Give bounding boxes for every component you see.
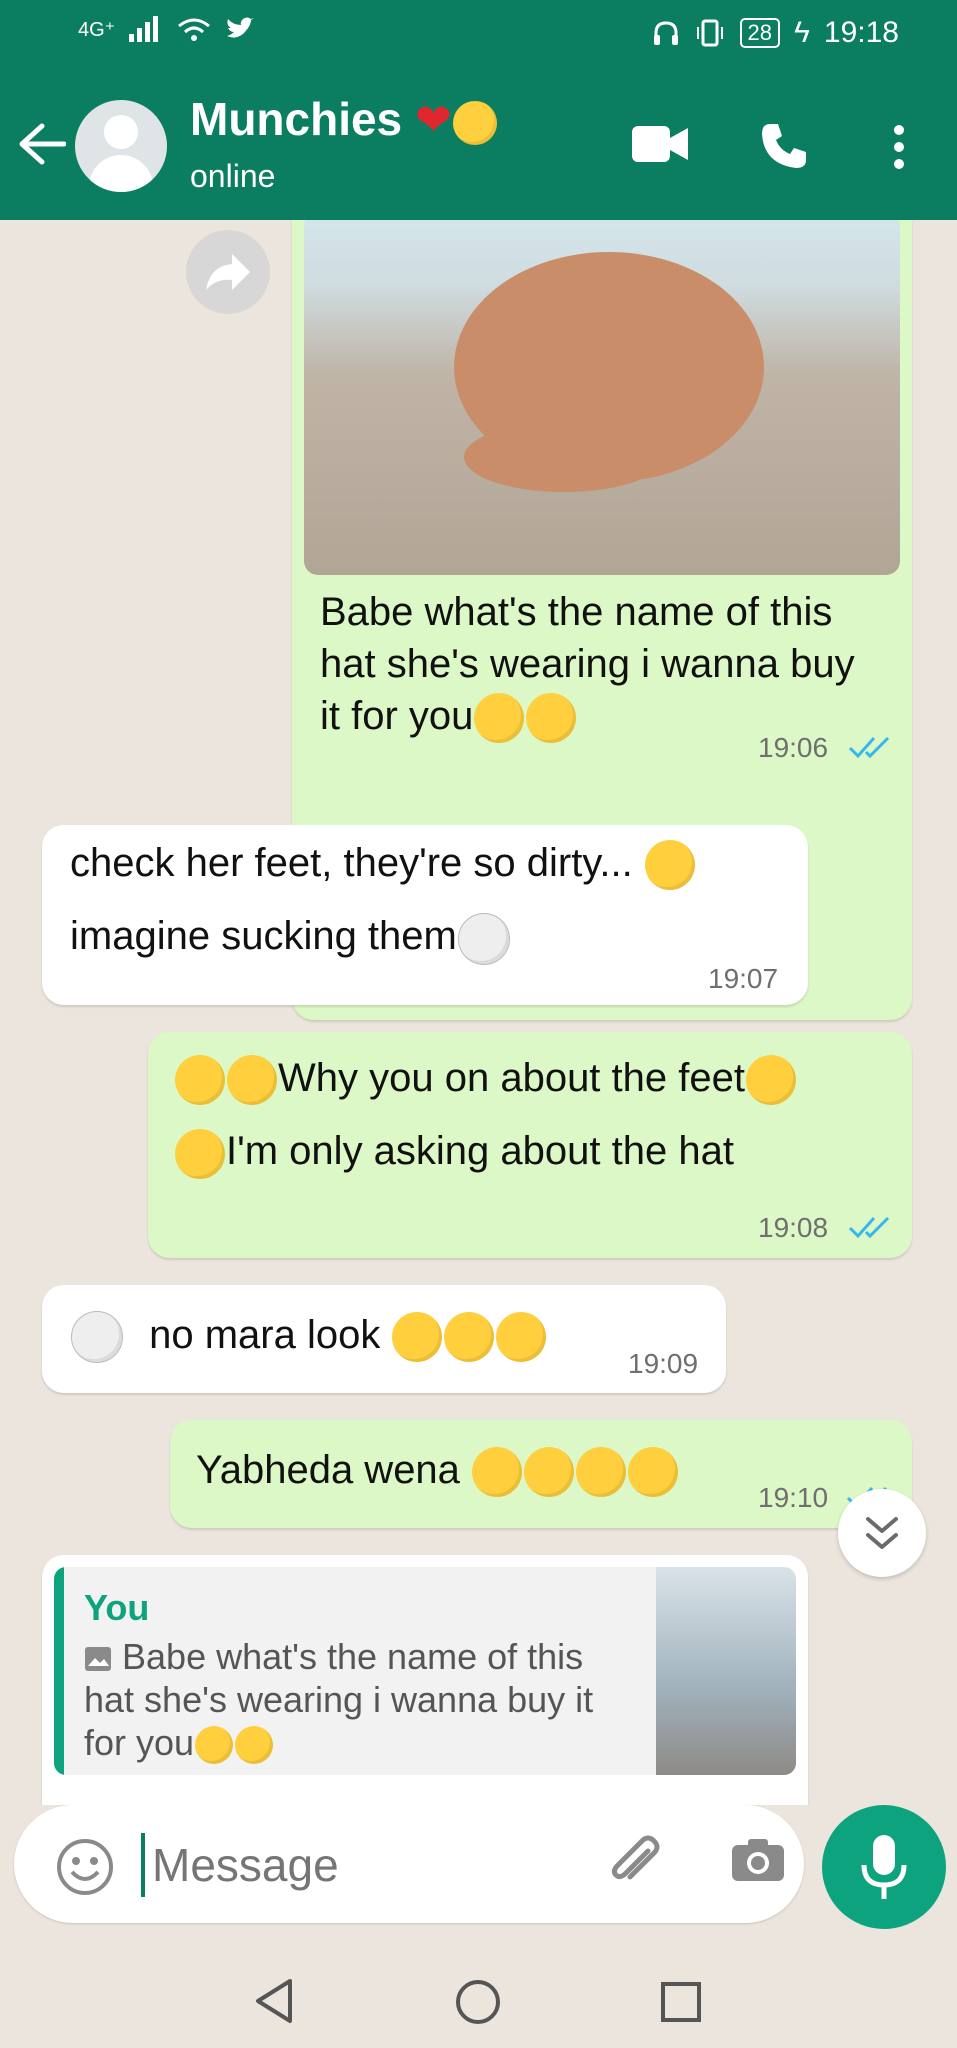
attach-icon[interactable] — [604, 1833, 664, 1893]
pleading-face-emoji — [235, 1726, 274, 1765]
scroll-to-bottom-button[interactable] — [838, 1489, 926, 1577]
message-text-line: Why you on about the feet — [278, 1056, 745, 1100]
camera-icon[interactable] — [730, 1837, 786, 1883]
forward-button[interactable] — [186, 230, 270, 314]
tears-of-joy-emoji — [524, 1447, 575, 1498]
emoji-icon[interactable] — [56, 1838, 114, 1896]
composer — [0, 1805, 957, 1955]
chat-header: Munchies ❤ online — [0, 70, 957, 220]
chevron-double-down-icon — [866, 1517, 898, 1549]
arrow-left-icon[interactable] — [18, 122, 66, 166]
thinking-face-emoji — [175, 1128, 225, 1179]
tears-of-joy-emoji — [628, 1447, 679, 1498]
tears-of-joy-emoji — [472, 1447, 523, 1498]
video-call-icon[interactable] — [632, 126, 688, 162]
contact-status: online — [190, 158, 276, 194]
heart-emoji: ❤ — [414, 96, 452, 145]
pleading-face-emoji — [526, 693, 577, 744]
message-bubble-incoming[interactable]: check her feet, they're so dirty... imag… — [42, 825, 808, 1005]
message-text: no mara look — [149, 1313, 381, 1357]
message-input[interactable] — [150, 1831, 574, 1899]
mic-button[interactable] — [822, 1805, 946, 1929]
loudly-crying-emoji — [392, 1312, 443, 1363]
message-text-line: I'm only asking about the hat — [226, 1129, 734, 1174]
loudly-crying-emoji — [644, 840, 695, 891]
forward-icon — [206, 254, 250, 290]
quoted-message[interactable]: You Babe what's the name of this hat she… — [54, 1567, 796, 1775]
nav-home-icon[interactable] — [455, 1979, 501, 2025]
heart-eyes-emoji — [195, 1726, 234, 1765]
message-bubble-incoming[interactable]: no mara look 19:09 — [42, 1285, 726, 1393]
loudly-crying-emoji — [496, 1312, 547, 1363]
message-text-line: imagine sucking them — [70, 914, 457, 959]
message-bubble-outgoing[interactable]: Why you on about the feet I'm only askin… — [148, 1032, 912, 1258]
heart-eyes-emoji — [452, 100, 497, 145]
headset-icon — [653, 21, 678, 45]
loudly-crying-emoji — [444, 1312, 495, 1363]
mic-icon — [861, 1835, 907, 1899]
double-check-icon — [848, 736, 890, 759]
nav-recents-icon[interactable] — [660, 1981, 702, 2023]
message-bubble-outgoing[interactable]: Yabheda wena 19:10 — [170, 1420, 912, 1528]
battery-level: 28 — [739, 18, 781, 48]
skull-emoji — [457, 912, 510, 965]
avatar[interactable] — [75, 100, 167, 192]
text-cursor — [141, 1833, 145, 1897]
signal-icon — [129, 16, 159, 42]
heart-eyes-emoji — [474, 693, 525, 744]
network-label: 4G⁺ — [78, 18, 116, 41]
message-image[interactable] — [304, 220, 900, 575]
message-text-line: hat she's wearing i wanna buy — [320, 642, 855, 686]
quoted-author: You — [84, 1587, 150, 1628]
message-text-line: check her feet, they're so dirty... — [70, 841, 633, 885]
message-text: Yabheda wena — [196, 1448, 460, 1492]
message-time: 19:08 — [758, 1212, 829, 1243]
message-bubble-incoming[interactable]: You Babe what's the name of this hat she… — [42, 1555, 808, 1805]
twitter-icon — [227, 17, 255, 38]
message-time: 19:07 — [708, 963, 779, 994]
vibrate-icon — [696, 19, 723, 47]
charging-icon: ϟ — [794, 16, 810, 49]
nav-back-icon[interactable] — [252, 1977, 296, 2025]
message-time: 19:09 — [628, 1348, 699, 1379]
message-time: 19:10 — [758, 1482, 829, 1513]
clock: 19:18 — [823, 16, 899, 49]
chat-area[interactable]: Babe what's the name of this hat she's w… — [0, 220, 957, 1805]
tears-of-joy-emoji — [227, 1055, 277, 1106]
phone-icon[interactable] — [760, 122, 808, 170]
system-nav-bar — [0, 1955, 957, 2048]
skull-emoji — [71, 1311, 123, 1364]
tears-of-joy-emoji — [175, 1055, 225, 1106]
tears-of-joy-emoji — [576, 1447, 627, 1498]
status-bar: 4G⁺ 28 ϟ 19:18 — [0, 0, 957, 70]
quoted-thumbnail — [656, 1567, 796, 1775]
double-check-icon — [848, 1216, 890, 1239]
more-vert-icon[interactable] — [892, 124, 906, 170]
thinking-face-emoji — [745, 1055, 796, 1106]
message-text-line: it for you — [320, 694, 474, 738]
message-time: 19:06 — [758, 732, 829, 763]
quoted-text: Babe what's the name of this hat she's w… — [84, 1636, 594, 1765]
message-box[interactable] — [14, 1805, 804, 1923]
quote-accent-bar — [54, 1567, 64, 1775]
wifi-icon — [178, 18, 211, 41]
photo-icon — [85, 1647, 111, 1672]
contact-name[interactable]: Munchies ❤ — [190, 92, 498, 146]
message-text-line: Babe what's the name of this — [320, 590, 833, 634]
